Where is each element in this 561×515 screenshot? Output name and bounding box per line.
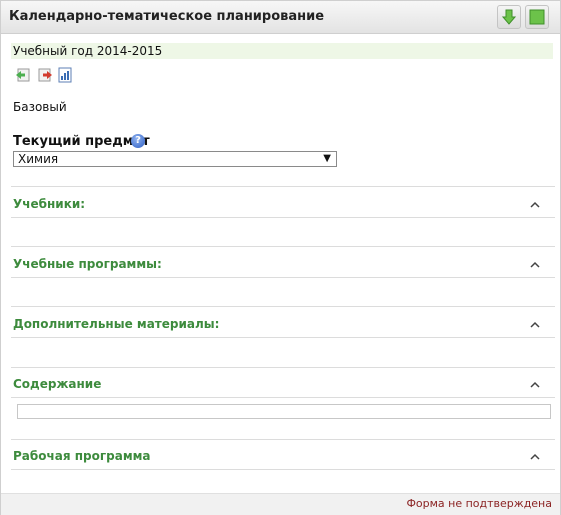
section-divider (11, 439, 555, 440)
section-divider (11, 277, 555, 278)
level-text: Базовый (13, 100, 67, 114)
chevron-up-icon[interactable] (529, 451, 541, 461)
arrow-down-icon (501, 9, 517, 25)
section-title-content[interactable]: Содержание (13, 377, 101, 391)
arrow-back-icon[interactable] (15, 67, 31, 83)
section-divider (11, 217, 555, 218)
chevron-up-icon[interactable] (529, 379, 541, 389)
section-title-work-program[interactable]: Рабочая программа (13, 449, 151, 463)
planning-panel: Календарно-тематическое планирование Уче… (0, 0, 561, 515)
chevron-up-icon[interactable] (529, 199, 541, 209)
section-divider (11, 367, 555, 368)
content-field[interactable] (17, 404, 551, 419)
download-button[interactable] (497, 5, 521, 29)
section-title-textbooks[interactable]: Учебники: (13, 197, 85, 211)
school-year: Учебный год 2014-2015 (11, 43, 553, 59)
panel-footer: Форма не подтверждена (1, 493, 560, 515)
section-divider (11, 246, 555, 247)
help-icon[interactable]: ? (131, 134, 145, 148)
panel-header: Календарно-тематическое планирование (1, 1, 560, 34)
form-status: Форма не подтверждена (406, 497, 552, 510)
section-divider (11, 397, 555, 398)
chevron-up-icon[interactable] (529, 259, 541, 269)
chevron-up-icon[interactable] (529, 319, 541, 329)
maximize-button[interactable] (525, 5, 549, 29)
subject-label: Текущий предмет (13, 134, 150, 149)
report-icon[interactable] (57, 67, 73, 83)
arrow-forward-icon[interactable] (37, 67, 53, 83)
section-title-materials[interactable]: Дополнительные материалы: (13, 317, 219, 331)
panel-title: Календарно-тематическое планирование (9, 9, 325, 24)
square-icon (529, 9, 545, 25)
section-title-programs[interactable]: Учебные программы: (13, 257, 162, 271)
section-divider (11, 306, 555, 307)
section-divider (11, 186, 555, 187)
dropdown-arrow-icon: ▼ (323, 153, 331, 164)
subject-select[interactable]: Химия ▼ (13, 151, 337, 167)
subject-value: Химия (18, 152, 59, 166)
section-divider (11, 337, 555, 338)
section-divider (11, 469, 555, 470)
